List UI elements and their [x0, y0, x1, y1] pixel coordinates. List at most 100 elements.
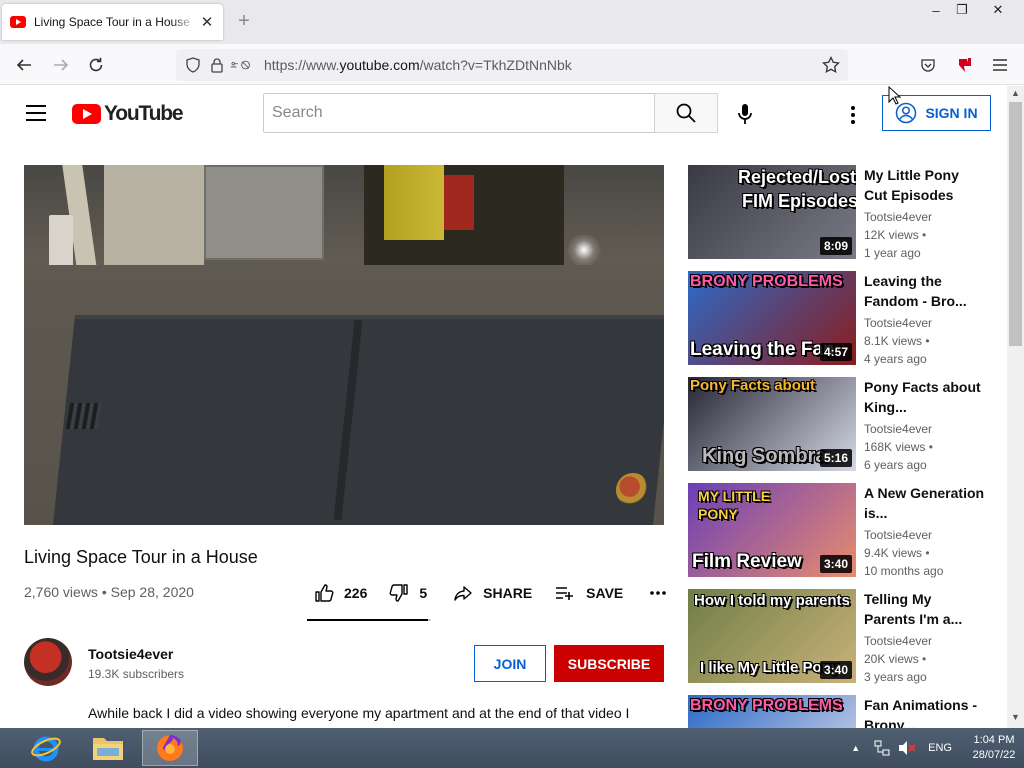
- playlist-add-icon: [556, 587, 574, 600]
- close-window-button[interactable]: ✕: [982, 0, 1014, 20]
- subscriber-count: 19.3K subscribers: [88, 667, 185, 681]
- back-button[interactable]: [11, 52, 37, 78]
- bookmark-star-icon[interactable]: [820, 54, 842, 76]
- like-button[interactable]: 226: [314, 583, 367, 603]
- extension-button[interactable]: [951, 52, 977, 78]
- page-scrollbar[interactable]: ▲ ▼: [1007, 86, 1024, 728]
- join-button[interactable]: JOIN: [474, 645, 546, 682]
- related-video-title[interactable]: A New Generation is...: [864, 483, 986, 523]
- channel-name[interactable]: Tootsie4ever: [88, 646, 173, 662]
- video-actions-bar: 226 5 SHARE SAVE: [314, 580, 667, 606]
- related-video-item[interactable]: Pony Facts about King Sombra 5:16 Pony F…: [688, 377, 1003, 472]
- tab-close-icon[interactable]: ✕: [199, 13, 215, 31]
- more-actions-button[interactable]: [649, 590, 667, 596]
- related-video-channel[interactable]: Tootsie4ever: [864, 634, 932, 648]
- video-thumbnail[interactable]: MY LITTLE PONY Film Review 3:40: [688, 483, 856, 577]
- subscribe-button[interactable]: SUBSCRIBE: [554, 645, 664, 682]
- speaker-muted-icon[interactable]: [898, 740, 916, 756]
- meta-separator: •: [101, 584, 107, 600]
- related-video-age: 1 year ago: [864, 246, 921, 260]
- youtube-logo[interactable]: YouTube: [72, 102, 184, 126]
- duration-badge: 4:57: [819, 343, 852, 361]
- taskbar-internet-explorer[interactable]: [18, 730, 74, 766]
- related-video-item[interactable]: BRONY PROBLEMS Leaving the Fan 4:57 Leav…: [688, 271, 1003, 366]
- permissions-icon[interactable]: [230, 54, 252, 76]
- sign-in-label: SIGN IN: [925, 105, 978, 121]
- youtube-masthead: YouTube Search SIGN IN: [0, 86, 1007, 142]
- taskbar-firefox[interactable]: [142, 730, 198, 766]
- related-video-channel[interactable]: Tootsie4ever: [864, 422, 932, 436]
- video-thumbnail[interactable]: How I told my parents I like My Little P…: [688, 589, 856, 683]
- scroll-down-arrow-icon[interactable]: ▼: [1011, 712, 1020, 722]
- related-video-channel[interactable]: Tootsie4ever: [864, 528, 932, 542]
- input-language-indicator[interactable]: ENG: [928, 742, 952, 754]
- channel-watermark-logo[interactable]: [616, 473, 650, 507]
- video-frame-bucket: [49, 215, 73, 267]
- related-video-age: 6 years ago: [864, 458, 927, 472]
- thumbnail-text: Leaving the Fan: [690, 339, 835, 360]
- dislike-count: 5: [419, 585, 428, 601]
- save-button[interactable]: SAVE: [554, 583, 623, 603]
- like-dislike-ratio-bar: [307, 619, 431, 621]
- related-video-title[interactable]: Fan Animations - Brony...: [864, 695, 986, 728]
- related-video-title[interactable]: Telling My Parents I'm a...: [864, 589, 986, 629]
- video-thumbnail[interactable]: BRONY PROBLEMS Leaving the Fan 4:57: [688, 271, 856, 365]
- menu-button[interactable]: [987, 52, 1013, 78]
- related-video-title[interactable]: My Little Pony Cut Episodes: [864, 165, 986, 205]
- related-video-age: 3 years ago: [864, 670, 927, 684]
- new-tab-button[interactable]: +: [234, 10, 254, 34]
- url-text[interactable]: https://www.youtube.com/watch?v=TkhZDtNn…: [264, 57, 572, 73]
- save-label: SAVE: [586, 585, 624, 601]
- channel-avatar[interactable]: [24, 638, 72, 686]
- address-bar[interactable]: https://www.youtube.com/watch?v=TkhZDtNn…: [176, 49, 848, 81]
- url-domain: youtube.com: [339, 57, 420, 73]
- related-video-channel[interactable]: Tootsie4ever: [864, 210, 932, 224]
- scroll-up-arrow-icon[interactable]: ▲: [1011, 88, 1020, 98]
- browser-tab-active[interactable]: Living Space Tour in a House - YouTube ✕: [2, 4, 223, 40]
- restore-button[interactable]: ❐: [946, 0, 978, 20]
- share-button[interactable]: SHARE: [453, 583, 532, 603]
- share-arrow-icon: [454, 586, 472, 601]
- voice-search-button[interactable]: [727, 96, 763, 132]
- related-video-title[interactable]: Leaving the Fandom - Bro...: [864, 271, 986, 311]
- firefox-icon: [157, 735, 183, 761]
- related-video-channel[interactable]: Tootsie4ever: [864, 316, 932, 330]
- video-player[interactable]: [24, 165, 664, 525]
- lock-icon[interactable]: [206, 54, 228, 76]
- taskbar-clock[interactable]: 1:04 PM 28/07/22: [964, 733, 1024, 763]
- reload-icon: [89, 57, 103, 72]
- upload-date: Sep 28, 2020: [110, 584, 194, 600]
- url-path: /watch?v=TkhZDtNnNbk: [419, 57, 572, 73]
- related-video-views: 12K views •: [864, 228, 927, 242]
- reload-button[interactable]: [83, 52, 109, 78]
- thumbnail-text: Film Review: [692, 551, 802, 572]
- guide-menu-icon[interactable]: [26, 105, 46, 121]
- settings-more-button[interactable]: [838, 100, 868, 130]
- scrollbar-thumb[interactable]: [1009, 102, 1022, 346]
- thumbnail-text: Rejected/Lost: [738, 167, 856, 187]
- related-video-title[interactable]: Pony Facts about King...: [864, 377, 986, 417]
- thumbnail-text: I like My Little Pony: [700, 659, 840, 676]
- video-thumbnail[interactable]: BRONY PROBLEMS: [688, 695, 856, 728]
- clock-time: 1:04 PM: [973, 734, 1015, 746]
- related-video-item[interactable]: MY LITTLE PONY Film Review 3:40 A New Ge…: [688, 483, 1003, 578]
- video-thumbnail[interactable]: Pony Facts about King Sombra 5:16: [688, 377, 856, 471]
- video-frame-light: [564, 235, 604, 265]
- pocket-button[interactable]: [915, 52, 941, 78]
- taskbar-file-explorer[interactable]: [80, 730, 136, 766]
- related-video-item[interactable]: BRONY PROBLEMS Fan Animations - Brony...: [688, 695, 1003, 728]
- related-video-item[interactable]: Rejected/Lost FIM Episodes 8:09 My Littl…: [688, 165, 1003, 260]
- show-hidden-icons-arrow-icon[interactable]: ▲: [851, 743, 860, 753]
- dislike-button[interactable]: 5: [389, 583, 427, 603]
- search-button[interactable]: [654, 93, 718, 133]
- video-frame-door: [204, 165, 324, 260]
- url-prefix: https://www.: [264, 57, 340, 73]
- search-input[interactable]: Search: [263, 93, 655, 133]
- video-title: Living Space Tour in a House: [24, 547, 258, 567]
- forward-button[interactable]: [48, 52, 74, 78]
- network-icon[interactable]: [874, 740, 890, 756]
- tracking-protection-shield-icon[interactable]: [182, 54, 204, 76]
- related-video-item[interactable]: How I told my parents I like My Little P…: [688, 589, 1003, 684]
- video-thumbnail[interactable]: Rejected/Lost FIM Episodes 8:09: [688, 165, 856, 259]
- related-video-views: 9.4K views •: [864, 546, 930, 560]
